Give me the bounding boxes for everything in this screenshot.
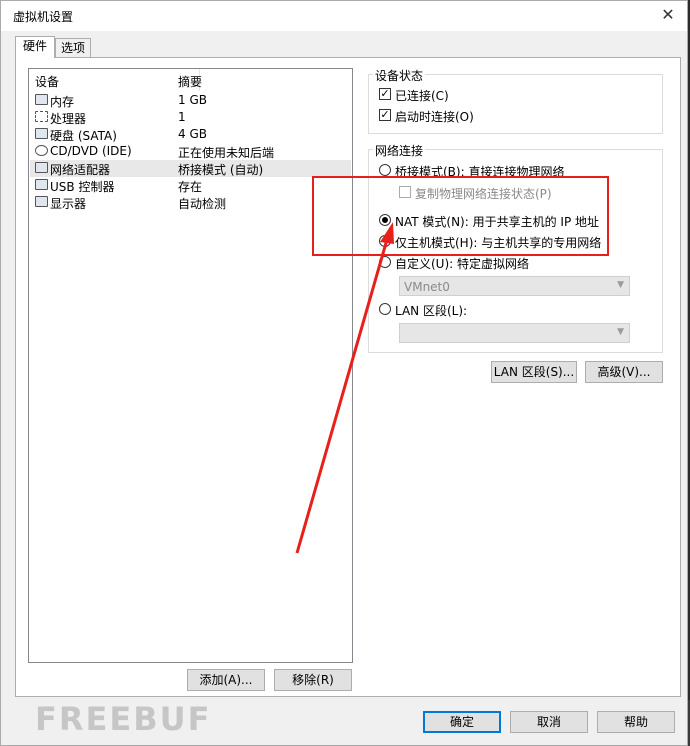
tab-hardware[interactable]: 硬件 — [15, 36, 55, 58]
watermark-logo: FREEBUF — [35, 700, 212, 738]
annotation-arrow-icon — [295, 222, 394, 554]
